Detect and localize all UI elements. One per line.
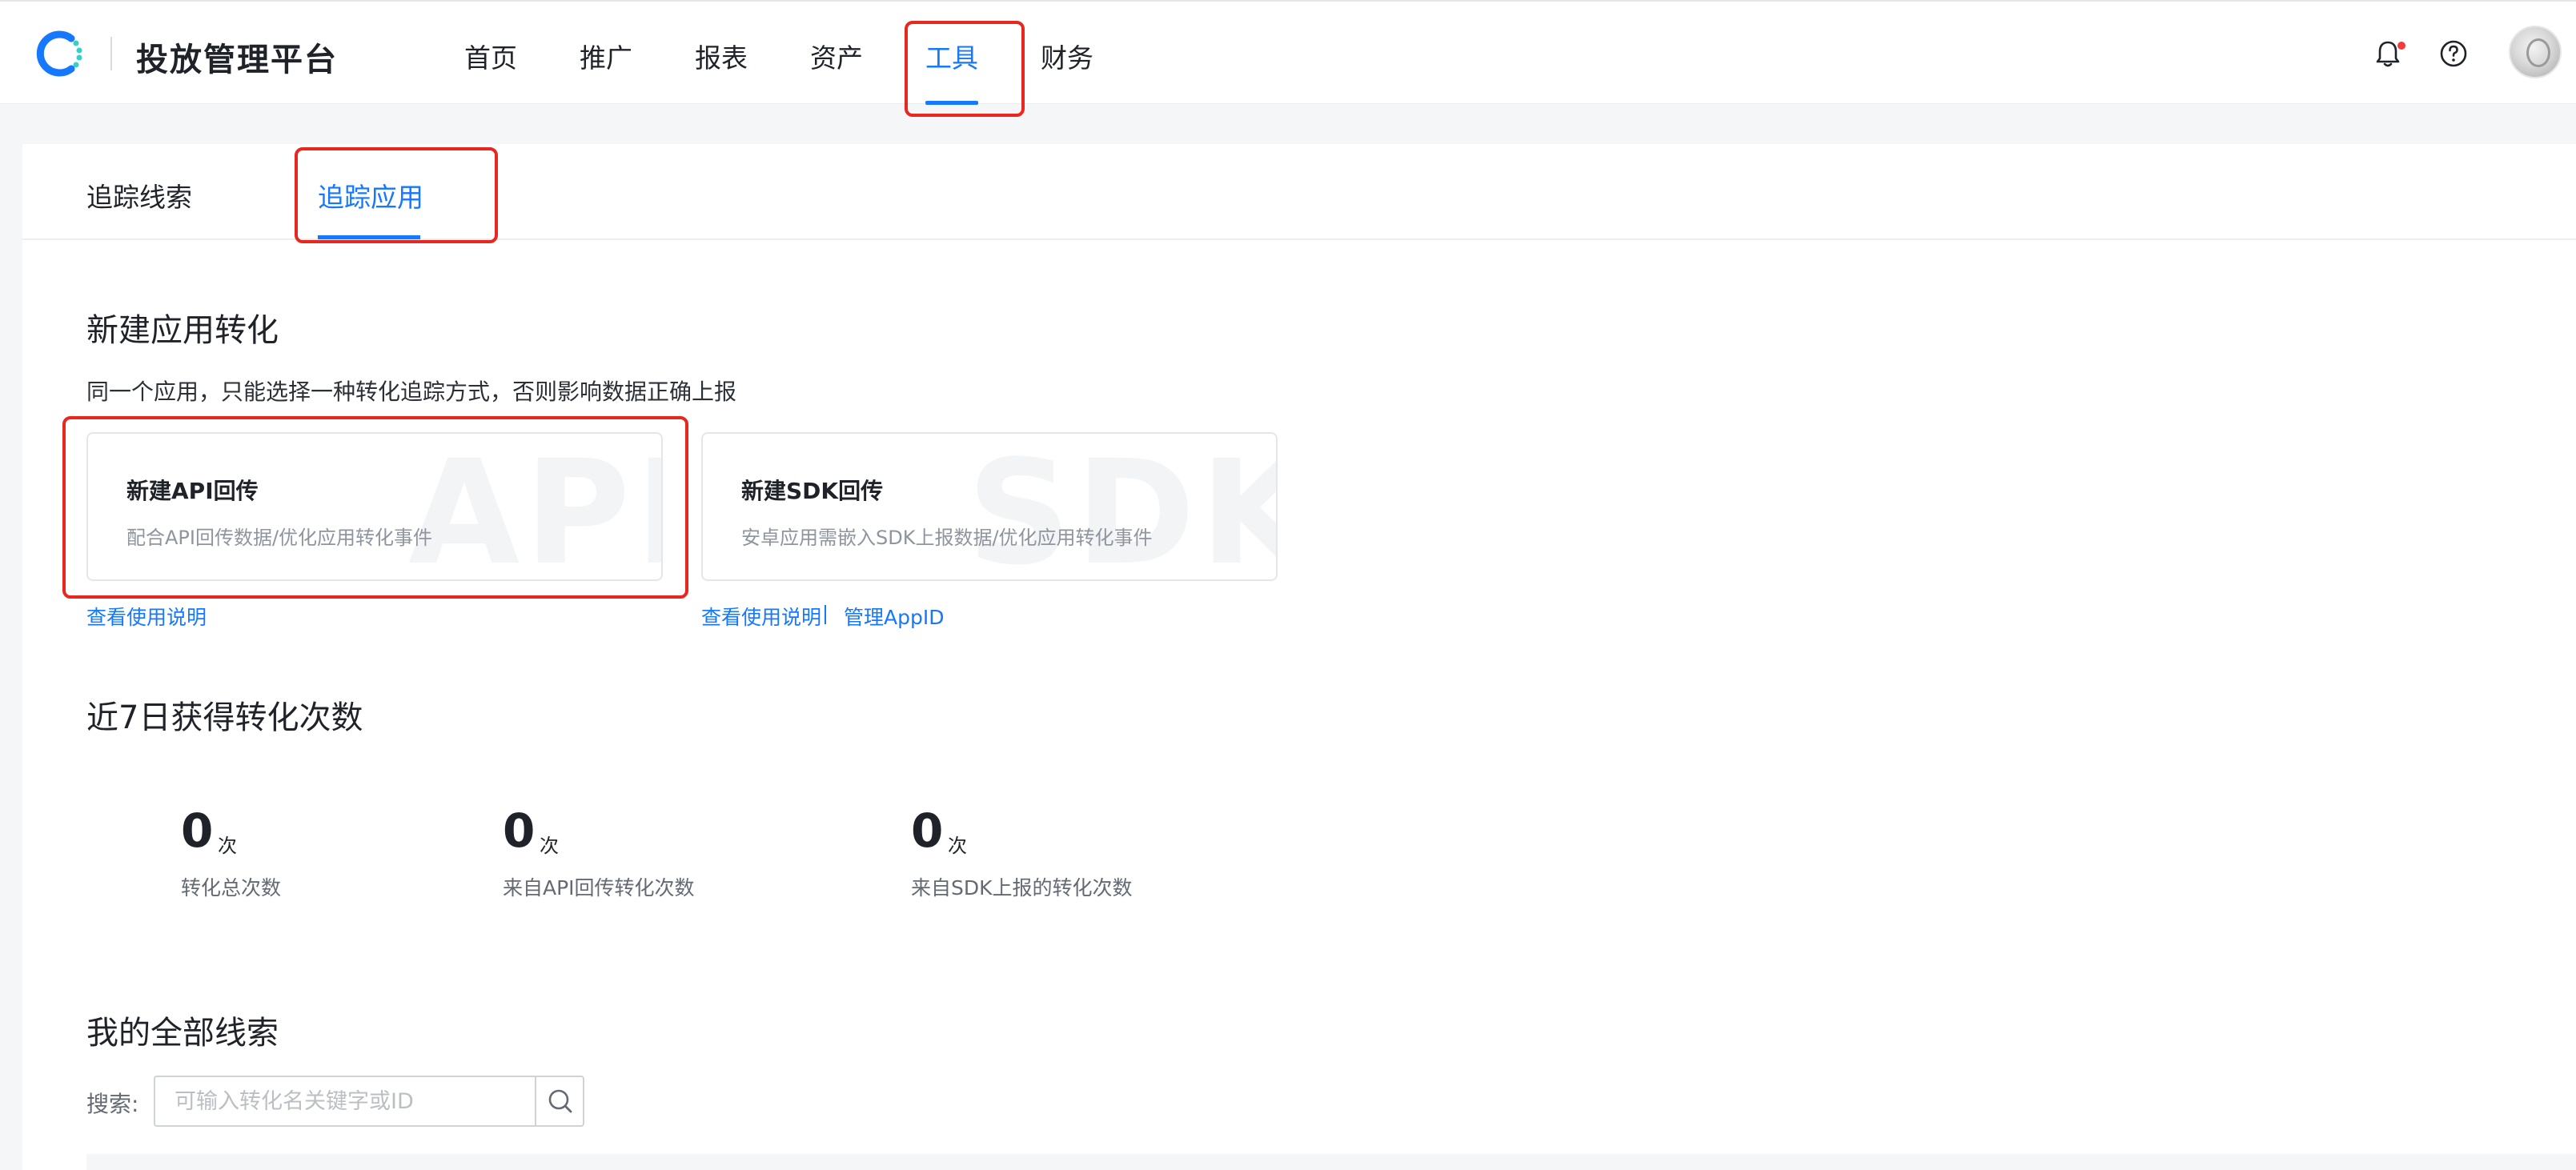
create-section-subtitle: 同一个应用，只能选择一种转化追踪方式，否则影响数据正确上报 <box>86 379 737 405</box>
stat-total-value: 0 <box>181 803 214 858</box>
highlight-box-api-card <box>62 416 688 599</box>
stat-sdk-unit: 次 <box>948 835 967 857</box>
sdk-watermark: SDK <box>967 432 1276 581</box>
search-box <box>154 1076 584 1127</box>
table-header <box>86 1154 2576 1170</box>
stats-section-title: 近7日获得转化次数 <box>86 699 363 736</box>
stat-api-value: 0 <box>503 803 536 858</box>
stat-sdk-value: 0 <box>911 803 944 858</box>
sdk-card-title: 新建SDK回传 <box>741 478 884 504</box>
stat-total-unit: 次 <box>218 835 237 857</box>
user-avatar[interactable] <box>2509 26 2562 78</box>
stat-sdk-label: 来自SDK上报的转化次数 <box>911 876 1133 900</box>
sdk-callback-card[interactable]: SDK 新建SDK回传 安卓应用需嵌入SDK上报数据/优化应用转化事件 <box>701 432 1278 581</box>
nav-home[interactable]: 首页 <box>464 37 517 75</box>
search-input[interactable] <box>155 1077 535 1125</box>
api-usage-link[interactable]: 查看使用说明 <box>86 602 207 631</box>
highlight-box-tab <box>295 147 498 243</box>
nav-reports[interactable]: 报表 <box>695 37 748 75</box>
nav-assets[interactable]: 资产 <box>810 37 863 75</box>
link-separator <box>825 605 826 624</box>
tab-bar: 追踪线索 追踪应用 <box>22 144 2576 243</box>
app-title: 投放管理平台 <box>136 42 338 78</box>
logo-divider <box>110 37 112 70</box>
nav-promotion[interactable]: 推广 <box>580 37 632 75</box>
search-button[interactable] <box>535 1077 584 1125</box>
tab-track-leads[interactable]: 追踪线索 <box>86 176 192 214</box>
create-section-title: 新建应用转化 <box>86 312 279 349</box>
stat-total-label: 转化总次数 <box>181 876 282 900</box>
nav-finance[interactable]: 财务 <box>1041 37 1093 75</box>
sdk-usage-link[interactable]: 查看使用说明 <box>701 602 821 631</box>
notification-dot <box>2397 42 2405 50</box>
sdk-card-desc: 安卓应用需嵌入SDK上报数据/优化应用转化事件 <box>741 527 1153 549</box>
help-icon[interactable] <box>2437 37 2470 70</box>
stat-api-unit: 次 <box>540 835 559 857</box>
platform-logo[interactable] <box>34 27 86 80</box>
manage-appid-link[interactable]: 管理AppID <box>844 602 944 631</box>
search-label: 搜索: <box>86 1091 139 1117</box>
highlight-box-tools <box>905 21 1025 117</box>
search-icon <box>548 1089 572 1113</box>
main-panel: 追踪线索 追踪应用 新建应用转化 同一个应用，只能选择一种转化追踪方式，否则影响… <box>22 144 2576 1170</box>
top-header: 投放管理平台 首页 推广 报表 资产 工具 财务 <box>0 0 2576 117</box>
stat-api-label: 来自API回传转化次数 <box>503 876 695 900</box>
leads-section-title: 我的全部线索 <box>86 1015 279 1052</box>
